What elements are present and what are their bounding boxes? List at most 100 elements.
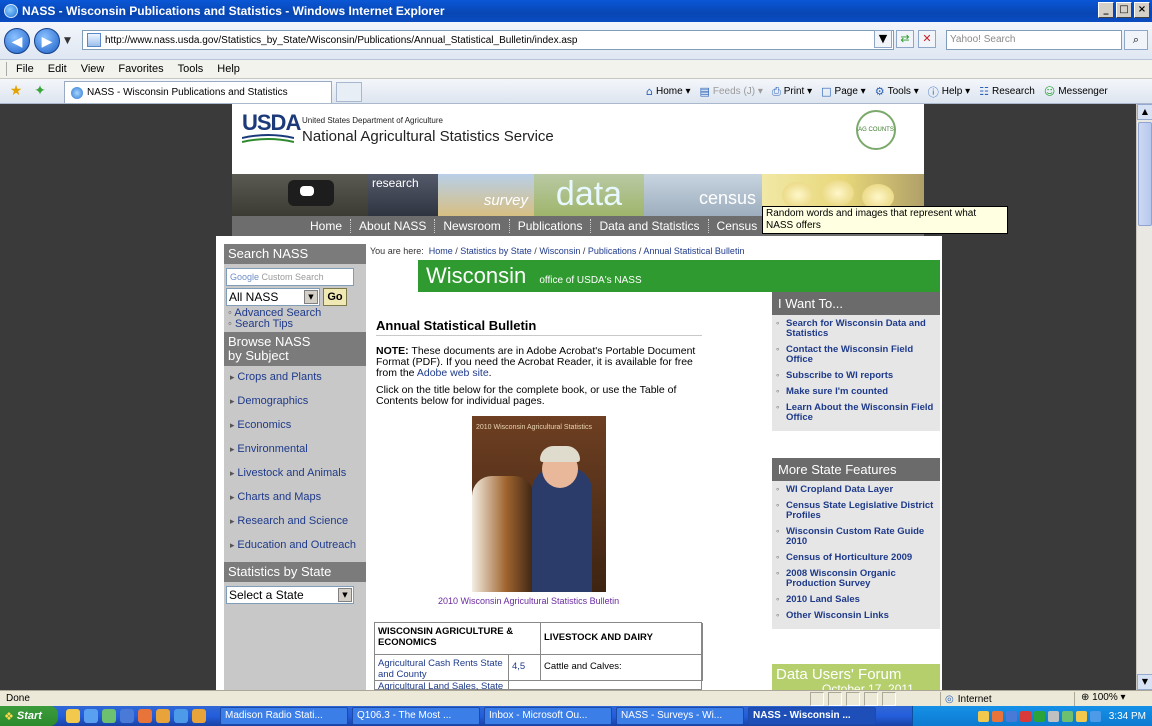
bulletin-cover-image[interactable]: 2010 Wisconsin Agricultural Statistics	[472, 416, 606, 592]
feeds-button[interactable]: ▤ Feeds (J) ▾	[699, 85, 762, 98]
search-input[interactable]: Yahoo! Search	[946, 30, 1122, 50]
state-select[interactable]: Select a State ▼	[226, 586, 354, 604]
tray-icon[interactable]	[1005, 710, 1017, 722]
iwant-search-data[interactable]: Search for Wisconsin Data and Statistics	[772, 315, 940, 341]
usda-logo[interactable]: USDA	[242, 110, 301, 136]
breadcrumb-home[interactable]: Home	[429, 246, 453, 256]
favorites-star-icon[interactable]: ★	[8, 83, 24, 99]
bulletin-link[interactable]: 2010 Wisconsin Agricultural Statistics B…	[438, 596, 619, 606]
nav-newsroom[interactable]: Newsroom	[435, 219, 510, 233]
feature-custom-rate-guide[interactable]: Wisconsin Custom Rate Guide 2010	[772, 523, 940, 549]
refresh-icon[interactable]: ⇄	[896, 30, 914, 48]
history-dropdown-icon[interactable]: ▼	[64, 36, 71, 46]
feature-organic-survey[interactable]: 2008 Wisconsin Organic Production Survey	[772, 565, 940, 591]
task-inbox[interactable]: Inbox - Microsoft Ou...	[484, 707, 612, 725]
tools-button[interactable]: ⚙ Tools ▾	[875, 85, 919, 98]
menu-edit[interactable]: Edit	[48, 63, 67, 75]
breadcrumb-publications[interactable]: Publications	[588, 246, 637, 256]
breadcrumb-annual-statistical-bulletin[interactable]: Annual Statistical Bulletin	[643, 246, 744, 256]
adobe-link[interactable]: Adobe web site	[417, 367, 489, 379]
back-arrow-icon[interactable]: ◀	[4, 27, 30, 54]
minimize-button[interactable]: _	[1098, 2, 1114, 18]
subject-demographics[interactable]: Demographics	[224, 390, 366, 414]
subject-economics[interactable]: Economics	[224, 414, 366, 438]
url-dropdown-icon[interactable]: ▼	[874, 30, 892, 48]
quicklaunch-icon[interactable]	[156, 709, 170, 723]
quicklaunch-icon[interactable]	[102, 709, 116, 723]
task-nass-surveys[interactable]: NASS - Surveys - Wi...	[616, 707, 744, 725]
page-button[interactable]: □ Page ▾	[821, 85, 866, 98]
url-input[interactable]: http://www.nass.usda.gov/Statistics_by_S…	[82, 30, 894, 50]
menu-tools[interactable]: Tools	[178, 63, 204, 75]
search-tips-link[interactable]: Search Tips	[228, 319, 366, 330]
data-users-forum-banner[interactable]: Data Users' Forum October 17, 2011	[772, 664, 940, 690]
new-tab-button[interactable]	[336, 82, 362, 102]
go-button[interactable]: Go	[323, 288, 347, 306]
iwant-learn-about[interactable]: Learn About the Wisconsin Field Office	[772, 399, 940, 425]
menu-view[interactable]: View	[81, 63, 105, 75]
home-button[interactable]: ⌂ Home ▾	[646, 85, 690, 98]
breadcrumb-wisconsin[interactable]: Wisconsin	[539, 246, 580, 256]
feature-other-links[interactable]: Other Wisconsin Links	[772, 607, 940, 623]
vertical-scrollbar[interactable]: ▲ ▼	[1136, 104, 1152, 690]
tab-nass-wisconsin[interactable]: NASS - Wisconsin Publications and Statis…	[64, 81, 332, 103]
menu-favorites[interactable]: Favorites	[118, 63, 163, 75]
tray-icon[interactable]	[1033, 710, 1045, 722]
search-icon[interactable]: ⌕	[1124, 30, 1148, 50]
table-link-land-sales[interactable]: Agricultural Land Sales, State	[375, 681, 509, 690]
scroll-thumb[interactable]	[1138, 122, 1152, 226]
tray-icon[interactable]	[1089, 710, 1101, 722]
print-button[interactable]: ⎙ Print ▾	[772, 85, 812, 99]
forward-arrow-icon[interactable]: ▶	[34, 27, 60, 54]
nav-data-and-statistics[interactable]: Data and Statistics	[591, 219, 709, 233]
quicklaunch-icon[interactable]	[174, 709, 188, 723]
subject-research-and-science[interactable]: Research and Science	[224, 510, 366, 534]
breadcrumb-statistics-by-state[interactable]: Statistics by State	[460, 246, 532, 256]
tray-icon[interactable]	[991, 710, 1003, 722]
scroll-up-icon[interactable]: ▲	[1137, 104, 1152, 120]
iwant-subscribe[interactable]: Subscribe to WI reports	[772, 367, 940, 383]
help-button[interactable]: ⓘ Help ▾	[928, 84, 970, 100]
messenger-button[interactable]: ☺ Messenger	[1044, 85, 1108, 98]
quicklaunch-icon[interactable]	[66, 709, 80, 723]
research-button[interactable]: ☷ Research	[979, 85, 1035, 98]
iwant-contact-office[interactable]: Contact the Wisconsin Field Office	[772, 341, 940, 367]
menu-file[interactable]: File	[16, 63, 34, 75]
maximize-button[interactable]: □	[1116, 2, 1132, 18]
subject-education-and-outreach[interactable]: Education and Outreach	[224, 534, 366, 558]
tray-icon[interactable]	[1019, 710, 1031, 722]
tray-icon[interactable]	[1061, 710, 1073, 722]
feature-census-horticulture[interactable]: Census of Horticulture 2009	[772, 549, 940, 565]
subject-environmental[interactable]: Environmental	[224, 438, 366, 462]
nav-census[interactable]: Census	[709, 219, 767, 233]
nav-about-nass[interactable]: About NASS	[351, 219, 436, 233]
task-q106[interactable]: Q106.3 - The Most ...	[352, 707, 480, 725]
quicklaunch-icon[interactable]	[120, 709, 134, 723]
table-pages-cash-rents[interactable]: 4,5	[509, 655, 541, 681]
feature-legislative-profiles[interactable]: Census State Legislative District Profil…	[772, 497, 940, 523]
quicklaunch-icon[interactable]	[192, 709, 206, 723]
quicklaunch-icon[interactable]	[138, 709, 152, 723]
subject-crops-and-plants[interactable]: Crops and Plants	[224, 366, 366, 390]
tray-icon[interactable]	[977, 710, 989, 722]
scroll-down-icon[interactable]: ▼	[1137, 674, 1152, 690]
subject-livestock-and-animals[interactable]: Livestock and Animals	[224, 462, 366, 486]
nav-home[interactable]: Home	[302, 219, 352, 233]
add-favorite-icon[interactable]: ✦	[32, 83, 48, 99]
table-link-cash-rents[interactable]: Agricultural Cash Rents State and County	[375, 655, 509, 681]
feature-cropland-data-layer[interactable]: WI Cropland Data Layer	[772, 481, 940, 497]
feature-land-sales[interactable]: 2010 Land Sales	[772, 591, 940, 607]
tray-icon[interactable]	[1075, 710, 1087, 722]
close-button[interactable]: ×	[1134, 2, 1150, 18]
search-scope-select[interactable]: All NASS ▼	[226, 288, 320, 306]
subject-charts-and-maps[interactable]: Charts and Maps	[224, 486, 366, 510]
quicklaunch-icon[interactable]	[84, 709, 98, 723]
task-madison-radio[interactable]: Madison Radio Stati...	[220, 707, 348, 725]
iwant-make-sure-counted[interactable]: Make sure I'm counted	[772, 383, 940, 399]
start-button[interactable]: ❖ Start	[0, 706, 58, 726]
task-nass-wisconsin[interactable]: NASS - Wisconsin ...	[748, 707, 876, 725]
stop-icon[interactable]: ✕	[918, 30, 936, 48]
nav-publications[interactable]: Publications	[510, 219, 592, 233]
tray-icon[interactable]	[1047, 710, 1059, 722]
menu-help[interactable]: Help	[217, 63, 240, 75]
